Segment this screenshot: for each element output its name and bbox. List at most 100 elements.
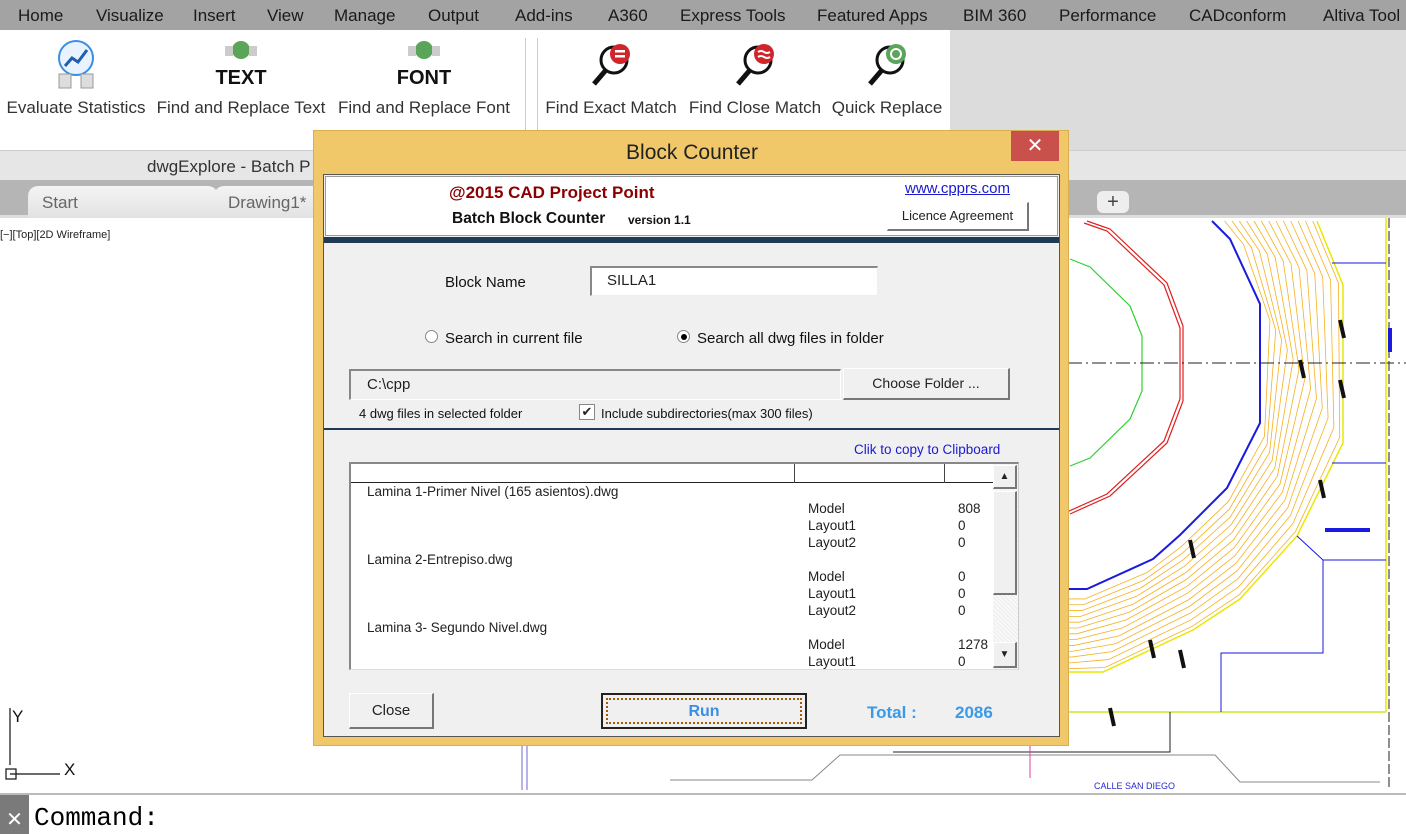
- menu-manage[interactable]: Manage: [334, 6, 395, 26]
- radio-current-file[interactable]: [425, 330, 438, 343]
- layout-name: Layout1: [808, 586, 857, 601]
- scroll-up-arrow-icon[interactable]: ▲: [993, 465, 1017, 489]
- layout-row: Layout1 0: [351, 518, 991, 535]
- menu-bim-360[interactable]: BIM 360: [963, 6, 1026, 26]
- run-button[interactable]: Run: [601, 693, 807, 729]
- block-count: 0: [958, 518, 966, 533]
- run-button-label: Run: [606, 698, 802, 724]
- menu-express-tools[interactable]: Express Tools: [680, 6, 786, 26]
- ribbon-label: Evaluate Statistics: [6, 98, 146, 117]
- drawing-line: [1296, 535, 1386, 561]
- ribbon-label: Find Exact Match: [545, 98, 677, 117]
- layout-row: Layout1 0: [351, 654, 991, 669]
- menu-a360[interactable]: A360: [608, 6, 648, 26]
- copy-to-clipboard-link[interactable]: Clik to copy to Clipboard: [854, 442, 1000, 457]
- total-label: Total :: [867, 703, 917, 722]
- ribbon-label: Quick Replace: [831, 98, 943, 117]
- file-row: Lamina 1-Primer Nivel (165 asientos).dwg: [351, 484, 991, 501]
- file-name: Lamina 3- Segundo Nivel.dwg: [367, 620, 548, 635]
- radio-all-files[interactable]: [677, 330, 690, 343]
- scroll-down-arrow-icon[interactable]: ▼: [993, 642, 1017, 668]
- drawing-seat-mark: [1148, 639, 1156, 659]
- replace-font-icon: FONT: [334, 38, 514, 90]
- layout-name: Layout1: [808, 654, 857, 669]
- magnifier-exact-icon: [540, 38, 682, 90]
- menu-output[interactable]: Output: [428, 6, 479, 26]
- menu-insert[interactable]: Insert: [193, 6, 236, 26]
- ribbon-label: Find and Replace Text: [156, 98, 326, 117]
- drawing-blue-polygon: [1068, 220, 1261, 590]
- ribbon-label: Find Close Match: [688, 98, 822, 117]
- command-close-icon[interactable]: ✕: [0, 795, 29, 834]
- block-count: 0: [958, 586, 966, 601]
- drawing-seating-line: [1068, 220, 1271, 600]
- drawing-red-polygon: [1069, 220, 1184, 515]
- header-divider: [324, 237, 1059, 243]
- version-text: version 1.1: [628, 213, 691, 227]
- results-list[interactable]: Lamina 1-Primer Nivel (165 asientos).dwg…: [349, 462, 1019, 670]
- layout-row: Model 808: [351, 501, 991, 518]
- block-count: 1278: [958, 637, 989, 652]
- menu-home[interactable]: Home: [18, 6, 63, 26]
- ribbon-find-and-replace-font-button[interactable]: FONT Find and Replace Font: [334, 38, 514, 128]
- drawing-seating-line: [1068, 220, 1329, 658]
- new-tab-plus-icon[interactable]: +: [1097, 191, 1129, 213]
- tab-label: Drawing1*: [228, 193, 307, 212]
- block-name-label: Block Name: [445, 274, 526, 291]
- menu-view[interactable]: View: [267, 6, 304, 26]
- drawing-line: [1220, 560, 1324, 712]
- viewport-controls[interactable]: [−][Top][2D Wireframe]: [0, 229, 110, 241]
- layout-name: Model: [808, 637, 845, 652]
- menu-altiva-tool[interactable]: Altiva Tool: [1323, 6, 1400, 26]
- menu-performance[interactable]: Performance: [1059, 6, 1156, 26]
- ribbon-quick-replace-button[interactable]: Quick Replace: [828, 38, 946, 128]
- close-icon[interactable]: ✕: [1011, 131, 1059, 161]
- drawing-seat-mark: [1108, 707, 1116, 727]
- ribbon-find-close-match-button[interactable]: Find Close Match: [684, 38, 826, 128]
- command-line[interactable]: [0, 793, 1406, 834]
- layout-row: Layout2 0: [351, 603, 991, 620]
- radio-all-files-label[interactable]: Search all dwg files in folder: [697, 330, 884, 347]
- drawing-seating-line: [1068, 220, 1341, 670]
- block-counter-dialog: Block Counter ✕ @2015 CAD Project Point …: [313, 130, 1069, 746]
- layout-name: Model: [808, 501, 845, 516]
- choose-folder-button[interactable]: Choose Folder ...: [843, 368, 1010, 400]
- replace-text-icon: TEXT: [152, 38, 330, 90]
- scrollbar[interactable]: ▲ ▼: [993, 464, 1018, 669]
- ribbon-label: Find and Replace Font: [338, 98, 510, 117]
- product-name: Batch Block Counter: [452, 210, 606, 227]
- ribbon-find-and-replace-text-button[interactable]: TEXT Find and Replace Text: [152, 38, 330, 128]
- scroll-thumb[interactable]: [993, 491, 1017, 595]
- menu-featured-apps[interactable]: Featured Apps: [817, 6, 928, 26]
- file-row: Lamina 3- Segundo Nivel.dwg: [351, 620, 991, 637]
- layout-name: Layout2: [808, 535, 857, 550]
- dialog-body: @2015 CAD Project Point Batch Block Coun…: [323, 174, 1060, 737]
- street-label: CALLE SAN DIEGO: [1094, 781, 1175, 791]
- drawing-line: [840, 754, 1380, 783]
- include-subdirs-checkbox[interactable]: ✔: [579, 404, 595, 420]
- menu-visualize[interactable]: Visualize: [96, 6, 164, 26]
- svg-text:TEXT: TEXT: [215, 67, 266, 89]
- layout-name: Layout2: [808, 603, 857, 618]
- ribbon-find-exact-match-button[interactable]: Find Exact Match: [540, 38, 682, 128]
- licence-agreement-button[interactable]: Licence Agreement: [887, 202, 1029, 231]
- website-link[interactable]: www.cpprs.com: [905, 180, 1010, 197]
- close-button[interactable]: Close: [349, 693, 434, 729]
- block-name-input[interactable]: SILLA1: [590, 266, 878, 296]
- folder-path-field[interactable]: C:\cpp: [349, 369, 841, 400]
- drawing-red-polygon: [1066, 222, 1181, 513]
- file-name: Lamina 1-Primer Nivel (165 asientos).dwg: [367, 484, 619, 499]
- files-count-text: 4 dwg files in selected folder: [359, 406, 523, 421]
- include-subdirs-label[interactable]: Include subdirectories(max 300 files): [601, 406, 813, 421]
- total-value: 2086: [955, 703, 993, 722]
- drawing-line: [670, 754, 841, 781]
- tab-start[interactable]: Start: [28, 186, 218, 218]
- command-prompt: Command:: [34, 803, 159, 833]
- menu-cadconform[interactable]: CADconform: [1189, 6, 1286, 26]
- menu-add-ins[interactable]: Add-ins: [515, 6, 573, 26]
- block-count: 0: [958, 569, 966, 584]
- block-count: 0: [958, 603, 966, 618]
- ribbon-evaluate-statistics-button[interactable]: Evaluate Statistics: [2, 38, 150, 128]
- layout-row: Layout2 0: [351, 535, 991, 552]
- radio-current-file-label[interactable]: Search in current file: [445, 330, 583, 347]
